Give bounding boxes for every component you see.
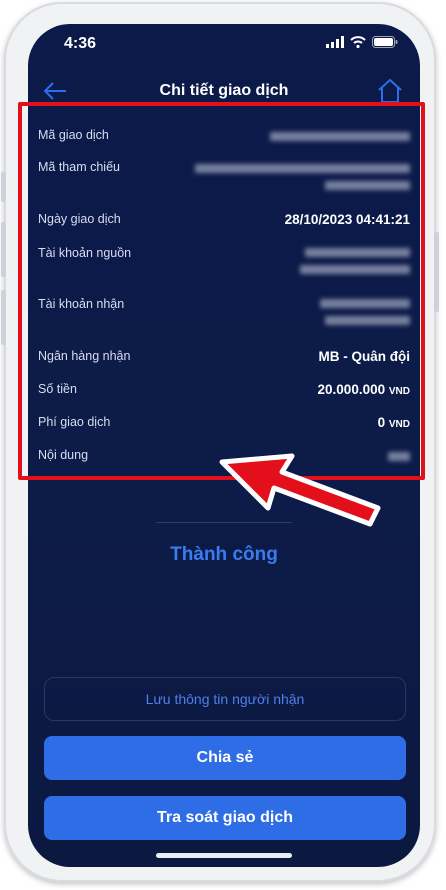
share-button[interactable]: Chia sẻ bbox=[44, 736, 406, 780]
power-button bbox=[434, 232, 439, 312]
volume-up-button bbox=[1, 222, 6, 277]
save-recipient-button[interactable]: Lưu thông tin người nhận bbox=[44, 677, 406, 721]
home-icon[interactable] bbox=[376, 78, 404, 104]
mute-switch bbox=[1, 172, 6, 202]
status-bar: 4:36 bbox=[28, 24, 420, 68]
volume-down-button bbox=[1, 290, 6, 345]
battery-icon bbox=[372, 36, 398, 48]
wifi-icon bbox=[350, 36, 366, 48]
status-success: Thành công bbox=[170, 544, 278, 565]
pointer-arrow-icon bbox=[219, 453, 381, 527]
status-icons bbox=[326, 36, 398, 48]
page-title: Chi tiết giao dịch bbox=[159, 82, 289, 99]
highlight-box bbox=[18, 102, 425, 480]
home-indicator[interactable] bbox=[156, 853, 292, 858]
signal-icon bbox=[326, 36, 344, 48]
transaction-inquiry-button[interactable]: Tra soát giao dịch bbox=[44, 796, 406, 840]
status-time: 4:36 bbox=[64, 35, 97, 52]
